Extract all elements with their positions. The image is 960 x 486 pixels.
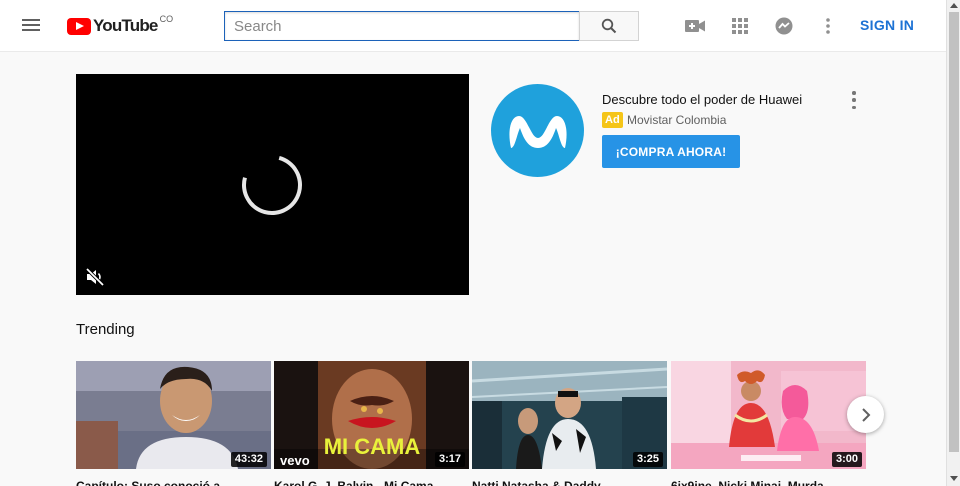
scroll-up-arrow-icon[interactable] xyxy=(950,3,958,8)
youtube-logo[interactable]: YouTube CO xyxy=(67,14,174,36)
video-thumbnail[interactable]: 3:00 xyxy=(671,361,866,469)
search-input[interactable] xyxy=(225,12,579,40)
search-icon xyxy=(601,18,617,34)
search-box xyxy=(224,11,580,41)
advertiser-logo[interactable] xyxy=(491,84,584,177)
more-vert-icon[interactable] xyxy=(817,15,839,37)
sign-in-button[interactable]: SIGN IN xyxy=(860,17,914,33)
section-title-trending[interactable]: Trending xyxy=(76,321,135,338)
mute-icon[interactable] xyxy=(85,267,105,287)
video-card[interactable]: 43:32 Capítulo: Suso conoció a... xyxy=(76,361,271,486)
top-header: YouTube CO SIG xyxy=(0,0,946,52)
ad-badge: Ad xyxy=(602,112,623,128)
ad-more-vert-icon[interactable] xyxy=(848,91,860,109)
country-code: CO xyxy=(159,14,174,24)
ad-cta-button[interactable]: ¡COMPRA AHORA! xyxy=(602,135,740,168)
video-card[interactable]: 3:00 6ix9ine, Nicki Minaj, Murda xyxy=(671,361,866,486)
video-title[interactable]: Capítulo: Suso conoció a... xyxy=(76,478,271,486)
video-card[interactable]: 3:25 Natti Natasha & Daddy... xyxy=(472,361,667,486)
thumb-title-text: MI CAMA xyxy=(324,434,421,459)
video-duration: 3:00 xyxy=(831,452,862,467)
ad-video-player[interactable] xyxy=(76,74,469,295)
messages-icon[interactable] xyxy=(773,15,795,37)
apps-icon[interactable] xyxy=(729,15,751,37)
video-title[interactable]: Natti Natasha & Daddy... xyxy=(472,478,667,486)
video-duration: 43:32 xyxy=(230,452,267,467)
menu-icon[interactable] xyxy=(22,16,44,36)
scroll-thumb[interactable] xyxy=(949,12,959,452)
ad-advertiser[interactable]: Movistar Colombia xyxy=(627,113,726,127)
create-video-icon[interactable] xyxy=(684,15,706,37)
next-arrow-button[interactable] xyxy=(847,396,884,433)
scroll-down-arrow-icon[interactable] xyxy=(950,476,958,481)
chevron-right-icon xyxy=(861,407,870,422)
video-duration: 3:25 xyxy=(632,452,663,467)
page-scrollbar[interactable] xyxy=(946,0,960,486)
video-title[interactable]: 6ix9ine, Nicki Minaj, Murda xyxy=(671,478,866,486)
loading-spinner-icon xyxy=(231,144,313,226)
video-thumbnail[interactable]: 3:25 xyxy=(472,361,667,469)
ad-title[interactable]: Descubre todo el poder de Huawei xyxy=(602,92,802,107)
video-thumbnail[interactable]: 43:32 xyxy=(76,361,271,469)
movistar-m-logo-icon xyxy=(508,115,567,148)
video-title[interactable]: Karol G, J. Balvin - Mi Cama xyxy=(274,478,469,486)
logo-text: YouTube xyxy=(93,16,158,35)
search-button[interactable] xyxy=(579,11,639,41)
video-card[interactable]: MI CAMA vevo 3:17 Karol G, J. Balvin - M… xyxy=(274,361,469,486)
vevo-logo-text: vevo xyxy=(280,453,310,468)
video-thumbnail[interactable]: MI CAMA vevo 3:17 xyxy=(274,361,469,469)
youtube-play-icon xyxy=(67,18,91,35)
video-duration: 3:17 xyxy=(434,452,465,467)
